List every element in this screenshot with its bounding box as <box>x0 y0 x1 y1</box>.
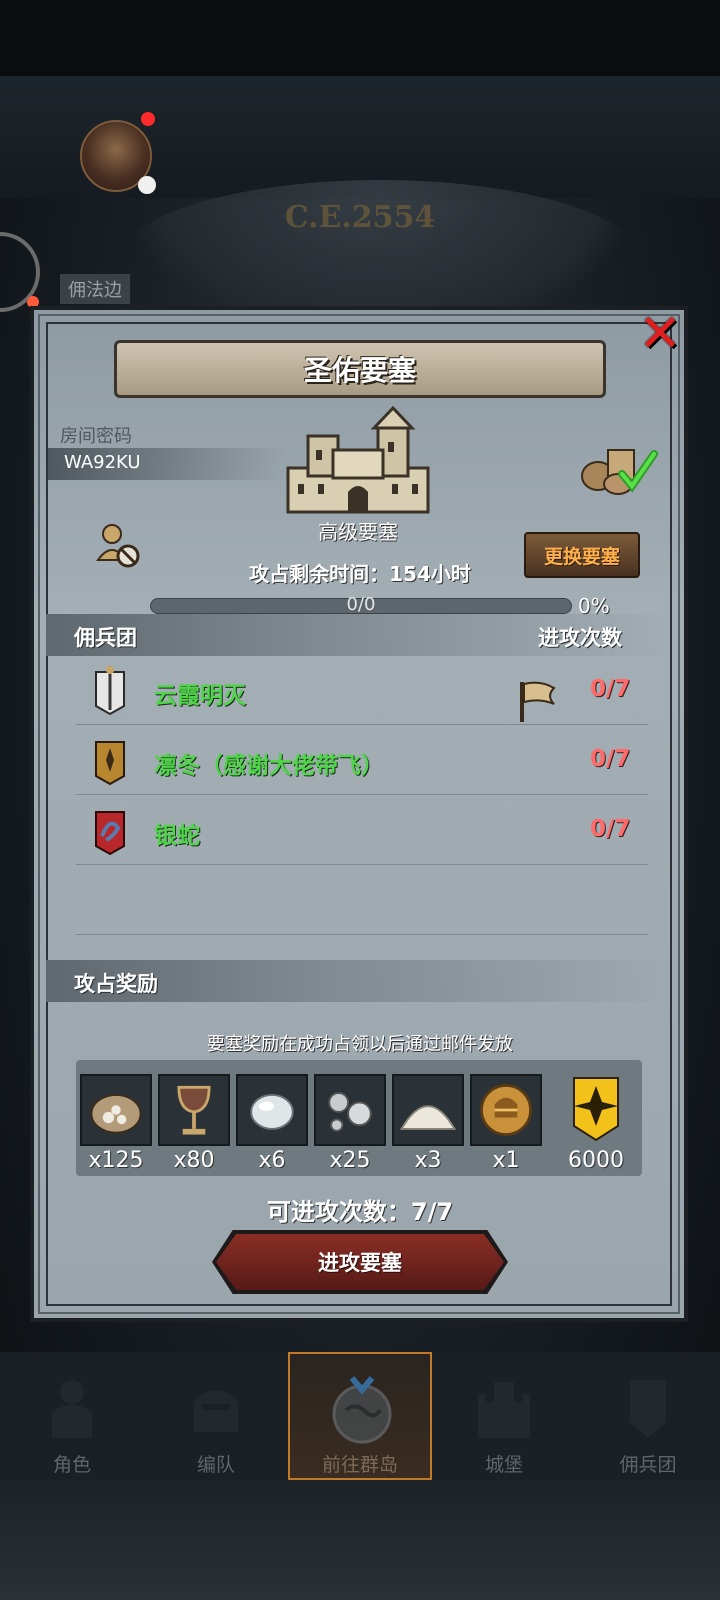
flag-icon <box>520 681 556 722</box>
room-password-label: 房间密码 <box>60 426 132 447</box>
mercenary-name[interactable]: 云霞明灭 <box>154 676 246 710</box>
salt-bag-icon[interactable] <box>80 1074 152 1146</box>
mercenary-attack-count: 0/7 <box>590 746 631 772</box>
mercenary-emblem-icon <box>95 811 125 856</box>
nav-label-castle: 城堡 <box>484 1454 523 1476</box>
reward-note: 要塞奖励在成功占领以后通过邮件发放 <box>207 1034 513 1055</box>
castle-nav-icon <box>478 1382 530 1438</box>
reward-qty: x25 <box>329 1148 371 1173</box>
mercenary-emblem-icon <box>95 666 125 716</box>
reward-section-title: 攻占奖励 <box>74 972 158 996</box>
close-icon: ✕ <box>638 304 682 364</box>
avatar-badge-icon <box>138 176 156 194</box>
mercenary-emblem-icon <box>95 741 125 786</box>
globe-icon <box>332 1376 392 1444</box>
row-divider <box>76 934 648 935</box>
status-bar <box>0 0 720 76</box>
reward-qty: x6 <box>258 1148 286 1173</box>
gold-banner-icon[interactable] <box>560 1074 632 1146</box>
fortress-level: 高级要塞 <box>318 520 398 544</box>
bottom-fill <box>0 1480 720 1600</box>
reward-qty: x80 <box>173 1148 215 1173</box>
mercenary-attack-count: 0/7 <box>590 676 631 702</box>
row-divider <box>76 724 648 725</box>
knight-icon <box>52 1380 92 1438</box>
reward-qty: x125 <box>88 1148 144 1173</box>
supply-bags-check-icon[interactable] <box>578 440 658 496</box>
nav-label-formation: 编队 <box>196 1454 235 1476</box>
row-divider <box>76 794 648 795</box>
game-screen: C.E.2554 佣法边 ✕ 圣佑要塞 房间密码 WA92KU 高级要塞 更换要… <box>0 0 720 1600</box>
goblet-icon[interactable] <box>158 1074 230 1146</box>
moonstone-icon[interactable] <box>236 1074 308 1146</box>
attack-fortress-button[interactable]: 进攻要塞 <box>216 1234 504 1290</box>
row-divider <box>76 864 648 865</box>
silver-beads-icon[interactable] <box>314 1074 386 1146</box>
banner-shield-icon <box>630 1380 666 1438</box>
powder-pile-icon[interactable] <box>392 1074 464 1146</box>
reward-qty: x1 <box>492 1148 520 1173</box>
attack-count-header: 进攻次数 <box>538 626 622 650</box>
reward-qty: x3 <box>414 1148 442 1173</box>
mercenary-section-title: 佣兵团 <box>74 626 137 650</box>
title-banner: 圣佑要塞 <box>114 340 606 398</box>
calendar-year-text: C.E.2554 <box>284 200 436 235</box>
attacks-available: 可进攻次数：7/7 <box>266 1198 454 1226</box>
mercenary-attack-count: 0/7 <box>590 816 631 842</box>
mercenary-name[interactable]: 凛冬（感谢大佬带飞） <box>154 746 384 780</box>
helmet-icon <box>194 1390 238 1432</box>
remaining-time: 攻占剩余时间：154小时 <box>249 562 471 586</box>
background-location-label: 佣法边 <box>60 274 130 304</box>
nav-label-islands: 前往群岛 <box>321 1454 398 1476</box>
close-button[interactable]: ✕ <box>630 304 690 364</box>
castle-icon <box>286 406 430 514</box>
nav-label-character: 角色 <box>52 1454 91 1476</box>
capture-progress-text: 0/0 <box>346 594 376 615</box>
fortress-title: 圣佑要塞 <box>303 354 416 387</box>
room-password-value: WA92KU <box>64 452 141 473</box>
notification-dot <box>141 112 155 126</box>
nav-label-mercenary: 佣兵团 <box>619 1454 677 1476</box>
reward-qty: 6000 <box>568 1148 624 1173</box>
mercenary-name[interactable]: 银蛇 <box>154 816 200 850</box>
knight-helmet-coin-icon[interactable] <box>470 1074 542 1146</box>
